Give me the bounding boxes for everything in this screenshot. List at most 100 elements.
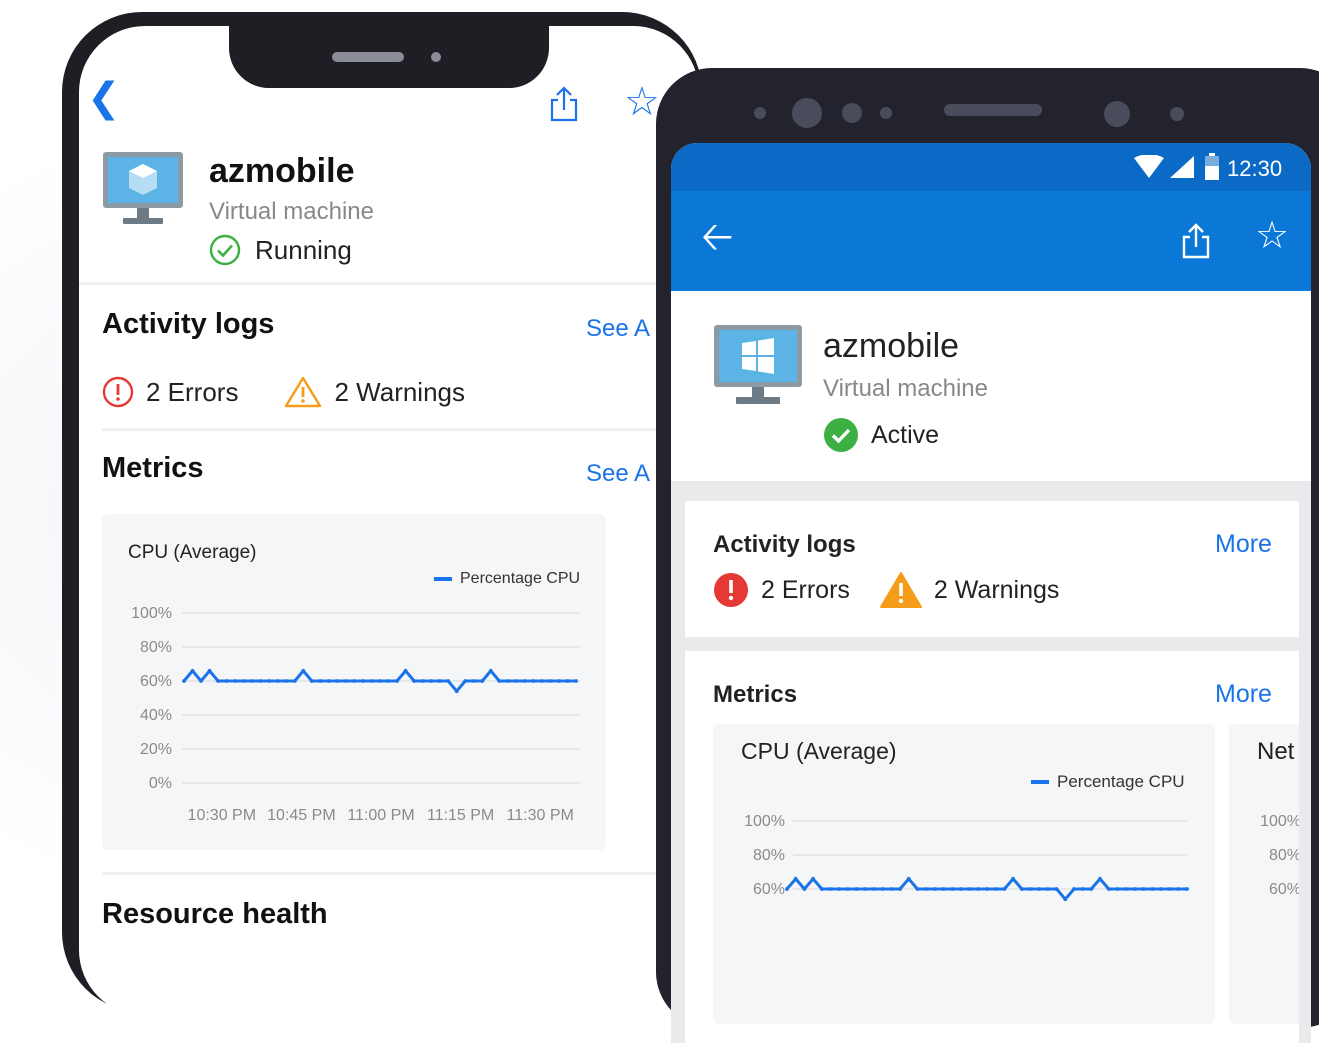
- sensor-dot: [754, 107, 766, 119]
- data-point: [514, 679, 519, 683]
- iphone-device-frame: ❮ ☆ azmobile Virtual machine Running Act…: [62, 12, 702, 1016]
- data-point: [924, 887, 929, 891]
- error-icon: [102, 376, 134, 408]
- data-point: [531, 679, 536, 683]
- back-chevron-icon[interactable]: ❮: [87, 78, 121, 118]
- data-point: [471, 679, 476, 683]
- data-point: [557, 679, 561, 683]
- warnings-badge[interactable]: 2 Warnings: [284, 375, 465, 409]
- back-arrow-icon[interactable]: 🡠: [701, 217, 733, 257]
- y-tick-label: 20%: [140, 741, 172, 758]
- data-point: [915, 887, 920, 891]
- data-point: [1150, 887, 1155, 891]
- data-point: [199, 679, 203, 683]
- data-point: [207, 668, 212, 673]
- activity-more-link[interactable]: More: [1215, 530, 1272, 559]
- data-point: [1045, 887, 1050, 891]
- data-point: [267, 679, 272, 683]
- data-point: [292, 679, 297, 683]
- activity-badges: 2 Errors 2 Warnings: [713, 571, 1089, 609]
- x-tick-label: 11:00 PM: [347, 807, 414, 824]
- y-tick-label: 100%: [1260, 813, 1299, 830]
- virtual-machine-windows-icon: [714, 325, 802, 404]
- favorite-star-icon[interactable]: ☆: [1255, 217, 1289, 255]
- data-point: [1124, 887, 1129, 891]
- status-text: Active: [871, 420, 940, 449]
- data-point: [1141, 887, 1146, 891]
- sensor-dot: [1104, 101, 1130, 127]
- data-point: [863, 887, 868, 891]
- earpiece-grill: [944, 104, 1042, 116]
- data-point: [845, 887, 850, 891]
- share-icon[interactable]: [1181, 223, 1211, 259]
- cpu-chart-card[interactable]: CPU (Average) Percentage CPU 100% 80% 60%: [713, 724, 1215, 1024]
- data-point: [480, 679, 485, 683]
- errors-badge[interactable]: 2 Errors: [713, 572, 850, 608]
- share-icon[interactable]: [549, 86, 579, 122]
- cpu-line-chart: 100% 80% 60%: [744, 813, 1189, 902]
- activity-badges: 2 Errors 2 Warnings: [102, 375, 511, 409]
- data-point: [565, 679, 570, 683]
- data-point: [454, 689, 459, 694]
- data-point: [1011, 876, 1015, 881]
- data-point: [1002, 887, 1007, 891]
- activity-logs-heading: Activity logs: [713, 531, 856, 558]
- data-point: [309, 679, 314, 683]
- data-point: [976, 887, 981, 891]
- y-tick-label: 0%: [149, 775, 172, 792]
- data-point: [318, 679, 323, 683]
- data-point: [785, 887, 789, 891]
- resource-name: azmobile: [209, 152, 355, 190]
- warning-icon: [285, 376, 322, 408]
- metrics-more-link[interactable]: More: [1215, 680, 1272, 709]
- data-point: [378, 679, 382, 683]
- data-point: [395, 679, 399, 683]
- x-tick-label: 11:30 PM: [507, 807, 574, 824]
- data-point: [1063, 897, 1068, 902]
- metrics-card: Metrics More CPU (Average) Percentage CP…: [685, 651, 1299, 1043]
- error-filled-icon: [714, 573, 748, 607]
- warnings-badge[interactable]: 2 Warnings: [879, 571, 1059, 609]
- data-point: [932, 887, 937, 891]
- data-point: [1106, 887, 1111, 891]
- android-device-frame: 12:30 🡠 ☆ azmobile Virtual machine Activ…: [656, 68, 1319, 1043]
- cpu-chart-card[interactable]: CPU (Average) Percentage CPU 100% 80% 60% 4…: [102, 514, 606, 850]
- cellular-signal-icon: [1170, 156, 1194, 178]
- data-point: [793, 876, 798, 881]
- notch-speaker: [332, 52, 404, 62]
- android-app-bar: 🡠 ☆: [671, 191, 1311, 291]
- data-point: [889, 887, 894, 891]
- warnings-count: 2 Warnings: [334, 376, 466, 407]
- y-tick-label: 80%: [753, 847, 785, 864]
- data-point: [1167, 887, 1172, 891]
- activity-see-all-link[interactable]: See A: [586, 315, 650, 343]
- errors-badge[interactable]: 2 Errors: [102, 376, 238, 408]
- data-point: [1115, 887, 1120, 891]
- data-point: [488, 668, 493, 673]
- data-point: [1176, 887, 1181, 891]
- data-point: [241, 679, 246, 683]
- data-point: [1159, 887, 1163, 891]
- data-point: [403, 668, 408, 673]
- data-point: [446, 679, 451, 683]
- favorite-star-icon[interactable]: ☆: [624, 82, 660, 122]
- resource-status: Running: [209, 234, 352, 266]
- battery-icon: [1205, 153, 1219, 180]
- network-chart-card[interactable]: Net 100% 80% 60%: [1229, 724, 1299, 1024]
- data-point: [361, 679, 365, 683]
- data-point: [985, 887, 989, 891]
- metrics-see-all-link[interactable]: See A: [586, 460, 650, 488]
- data-point: [335, 679, 340, 683]
- data-point: [258, 679, 263, 683]
- divider: [102, 428, 682, 431]
- data-point: [224, 679, 229, 683]
- content-area: Activity logs More 2 Errors 2 Warnings M…: [671, 481, 1311, 1043]
- data-point: [1132, 887, 1137, 891]
- divider: [79, 282, 699, 285]
- cpu-line-chart: 100% 80% 60% 40% 20% 0% 10:30 PM 10:45 PM 11:00 …: [131, 605, 580, 824]
- resource-type: Virtual machine: [209, 198, 374, 225]
- data-point: [344, 679, 348, 683]
- data-point: [1089, 887, 1094, 891]
- resource-health-heading: Resource health: [102, 898, 328, 930]
- front-camera: [792, 98, 822, 128]
